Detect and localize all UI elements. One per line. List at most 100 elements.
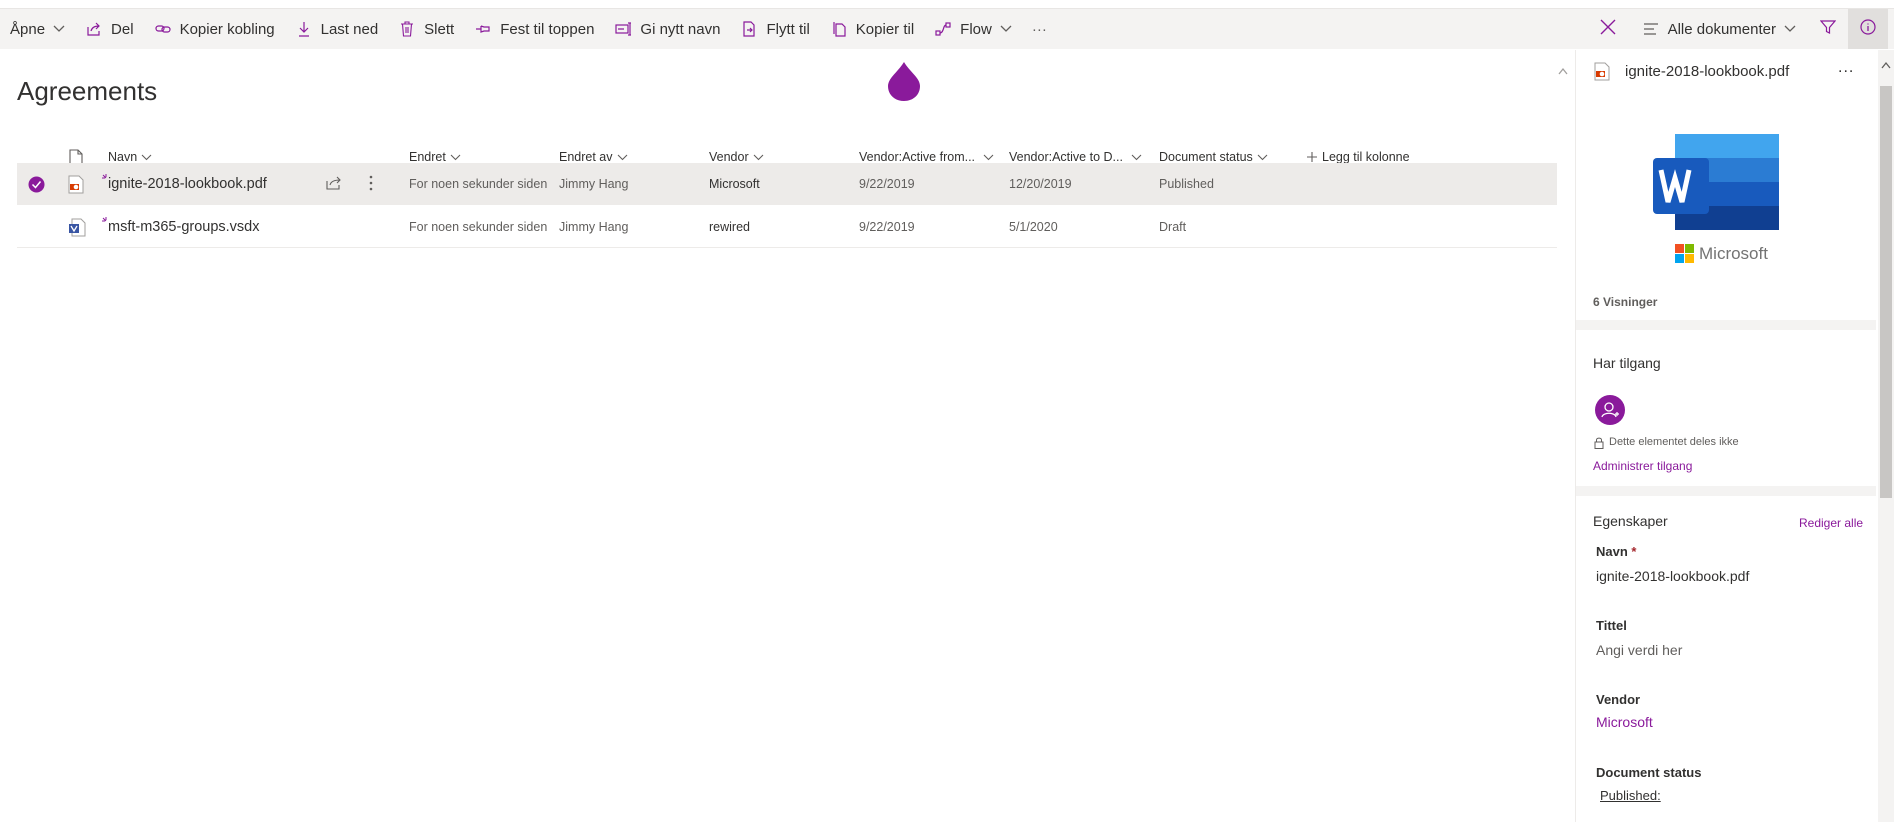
file-name-link[interactable]: msft-m365-groups.vsdx bbox=[108, 206, 260, 248]
pin-button[interactable]: Fest til toppen bbox=[464, 9, 604, 49]
column-header-vendor-label: Vendor bbox=[709, 150, 749, 164]
more-vertical-icon bbox=[369, 175, 373, 194]
table-row[interactable]: msft-m365-groups.vsdx For noen sekunder … bbox=[17, 206, 1557, 248]
properties-heading: Egenskaper bbox=[1593, 513, 1668, 529]
microsoft-logo-text: Microsoft bbox=[1699, 244, 1768, 263]
share-button[interactable]: Del bbox=[75, 9, 144, 49]
flow-label: Flow bbox=[960, 20, 992, 38]
flow-button[interactable]: Flow bbox=[924, 9, 1022, 49]
copy-link-button[interactable]: Kopier kobling bbox=[144, 9, 285, 49]
edit-all-link[interactable]: Rediger alle bbox=[1799, 516, 1863, 530]
property-status-value[interactable]: Published: bbox=[1600, 788, 1661, 803]
chevron-down-icon bbox=[983, 154, 994, 161]
plus-icon bbox=[1307, 152, 1317, 162]
copy-to-button[interactable]: Kopier til bbox=[820, 9, 924, 49]
row-more-actions-button[interactable] bbox=[369, 163, 373, 205]
copy-icon bbox=[830, 20, 848, 38]
modified-cell: For noen sekunder siden bbox=[409, 177, 548, 191]
section-divider bbox=[1576, 320, 1876, 330]
chevron-down-icon bbox=[1784, 25, 1796, 33]
filter-button[interactable] bbox=[1808, 9, 1848, 49]
move-button[interactable]: Flytt til bbox=[730, 9, 819, 49]
file-preview-thumbnail[interactable]: Microsoft bbox=[1653, 134, 1783, 264]
page-title: Agreements bbox=[17, 76, 158, 106]
delete-button[interactable]: Slett bbox=[388, 9, 464, 49]
trash-icon bbox=[398, 20, 416, 38]
share-label: Del bbox=[111, 20, 134, 38]
active-from-cell: 9/22/2019 bbox=[859, 177, 915, 191]
access-heading: Har tilgang bbox=[1593, 355, 1661, 371]
column-header-status-label: Document status bbox=[1159, 150, 1253, 164]
file-name-link[interactable]: ignite-2018-lookbook.pdf bbox=[108, 163, 267, 205]
microsoft-logo: Microsoft bbox=[1675, 244, 1768, 264]
info-icon bbox=[1860, 18, 1876, 40]
droplet-icon bbox=[887, 60, 921, 102]
command-bar: Åpne Del Kopier kobling Last ned Slett F… bbox=[0, 9, 1894, 49]
move-icon bbox=[740, 20, 758, 38]
more-label: ··· bbox=[1031, 20, 1047, 38]
modified-by-cell[interactable]: Jimmy Hang bbox=[559, 163, 628, 205]
panel-scrollbar-thumb[interactable] bbox=[1880, 86, 1892, 498]
rename-label: Gi nytt navn bbox=[640, 20, 721, 38]
property-name-value[interactable]: ignite-2018-lookbook.pdf bbox=[1596, 568, 1749, 584]
modified-by-cell[interactable]: Jimmy Hang bbox=[559, 206, 628, 248]
property-vendor-value[interactable]: Microsoft bbox=[1596, 714, 1653, 730]
download-icon bbox=[295, 20, 313, 38]
panel-more-button[interactable]: ... bbox=[1838, 59, 1854, 77]
scroll-up-arrow[interactable] bbox=[1558, 62, 1568, 76]
row-checkbox-checked[interactable] bbox=[28, 163, 45, 205]
delete-label: Slett bbox=[424, 20, 455, 38]
visio-file-icon bbox=[68, 206, 86, 248]
required-mark: * bbox=[1631, 544, 1637, 559]
share-icon bbox=[325, 175, 343, 194]
document-status-cell: Published bbox=[1159, 177, 1214, 191]
word-logo-icon bbox=[1653, 134, 1779, 230]
column-header-modified-by-label: Endret av bbox=[559, 150, 613, 164]
panel-scrollbar[interactable] bbox=[1878, 50, 1894, 822]
pdf-file-icon bbox=[1594, 62, 1610, 86]
clear-selection-button[interactable] bbox=[1586, 9, 1630, 49]
copy-link-label: Kopier kobling bbox=[179, 20, 275, 38]
column-header-active-to-label: Vendor:Active to D... bbox=[1009, 150, 1123, 164]
open-button[interactable]: Åpne bbox=[0, 9, 75, 49]
share-row-button[interactable] bbox=[325, 163, 343, 205]
table-row[interactable]: ignite-2018-lookbook.pdf For noen sekund… bbox=[17, 163, 1557, 205]
rename-icon bbox=[614, 20, 632, 38]
manage-access-link[interactable]: Administrer tilgang bbox=[1593, 459, 1692, 473]
view-selector[interactable]: Alle dokumenter bbox=[1630, 9, 1808, 49]
close-icon bbox=[1600, 19, 1616, 40]
pdf-file-icon bbox=[68, 163, 84, 205]
microsoft-windows-icon bbox=[1675, 244, 1694, 263]
flow-icon bbox=[934, 20, 952, 38]
chevron-down-icon bbox=[53, 25, 65, 33]
link-icon bbox=[154, 20, 172, 38]
property-name-label: Navn * bbox=[1596, 544, 1636, 559]
move-label: Flytt til bbox=[766, 20, 810, 38]
chevron-down-icon bbox=[1257, 154, 1268, 161]
more-commands-button[interactable]: ··· bbox=[1022, 9, 1057, 49]
pin-label: Fest til toppen bbox=[500, 20, 595, 38]
download-button[interactable]: Last ned bbox=[285, 9, 389, 49]
user-avatar[interactable] bbox=[1595, 395, 1625, 430]
chevron-down-icon bbox=[753, 154, 764, 161]
pin-icon bbox=[474, 20, 492, 38]
property-status-label: Document status bbox=[1596, 765, 1702, 780]
rename-button[interactable]: Gi nytt navn bbox=[604, 9, 730, 49]
active-from-cell: 9/22/2019 bbox=[859, 220, 915, 234]
scroll-up-arrow[interactable] bbox=[1881, 56, 1891, 74]
property-title-input[interactable]: Angi verdi her bbox=[1596, 642, 1682, 658]
info-pane-button[interactable] bbox=[1848, 9, 1888, 49]
filter-icon bbox=[1819, 19, 1837, 40]
details-panel: ignite-2018-lookbook.pdf ... Microsoft 6… bbox=[1575, 50, 1894, 822]
download-label: Last ned bbox=[320, 20, 379, 38]
document-status-cell: Draft bbox=[1159, 220, 1187, 234]
views-count: 6 Visninger bbox=[1593, 295, 1658, 309]
top-strip bbox=[0, 0, 1894, 9]
property-name-label-text: Navn bbox=[1596, 544, 1628, 559]
add-column-label: Legg til kolonne bbox=[1322, 150, 1410, 164]
document-library: Agreements Navn Endret Endret av Vendor … bbox=[0, 50, 1575, 822]
chevron-down-icon bbox=[617, 154, 628, 161]
chevron-down-icon bbox=[450, 154, 461, 161]
chevron-down-icon bbox=[141, 154, 152, 161]
view-label: Alle dokumenter bbox=[1667, 20, 1776, 38]
